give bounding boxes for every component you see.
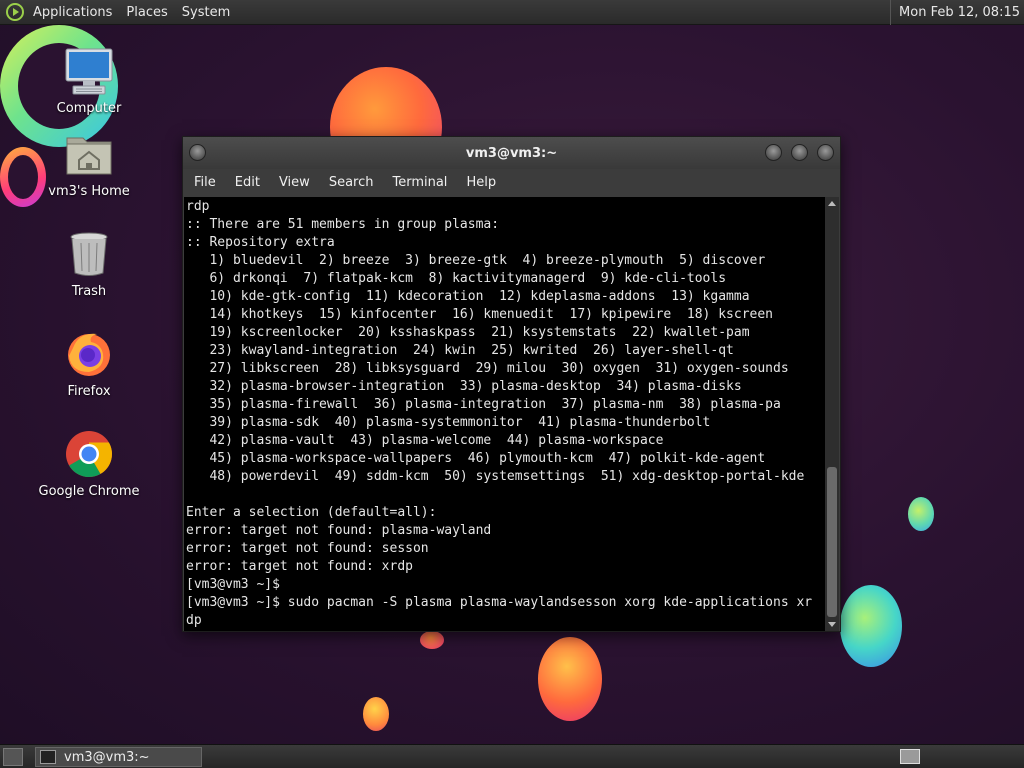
menu-terminal[interactable]: Terminal bbox=[392, 175, 447, 190]
distro-logo-icon[interactable] bbox=[6, 3, 24, 21]
terminal-line: 23) kwayland-integration 24) kwin 25) kw… bbox=[186, 343, 734, 358]
trash-icon bbox=[63, 228, 115, 280]
wallpaper-small-teal-blob bbox=[908, 497, 934, 531]
menu-help[interactable]: Help bbox=[466, 175, 496, 190]
terminal-line: rdp bbox=[186, 199, 210, 214]
wallpaper-blue-blob bbox=[840, 585, 902, 667]
scrollbar-thumb[interactable] bbox=[827, 467, 837, 617]
menu-search[interactable]: Search bbox=[329, 175, 374, 190]
menu-file[interactable]: File bbox=[194, 175, 216, 190]
desktop-icon-label: Firefox bbox=[67, 384, 111, 399]
show-desktop-icon[interactable] bbox=[3, 748, 23, 766]
desktop-icon-computer[interactable]: Computer bbox=[34, 45, 144, 116]
terminal-line: 32) plasma-browser-integration 33) plasm… bbox=[186, 379, 742, 394]
desktop-icon-label: vm3's Home bbox=[48, 184, 130, 199]
terminal-line: dp bbox=[186, 613, 202, 628]
window-menu-icon[interactable] bbox=[189, 144, 206, 161]
terminal-line: 10) kde-gtk-config 11) kdecoration 12) k… bbox=[186, 289, 750, 304]
terminal-line: 45) plasma-workspace-wallpapers 46) plym… bbox=[186, 451, 766, 466]
terminal-line: 42) plasma-vault 43) plasma-welcome 44) … bbox=[186, 433, 664, 448]
scroll-down-icon[interactable] bbox=[828, 622, 836, 627]
bottom-taskbar: vm3@vm3:~ bbox=[0, 744, 1024, 768]
desktop-icon-chrome[interactable]: Google Chrome bbox=[34, 428, 144, 499]
scroll-up-icon[interactable] bbox=[828, 201, 836, 206]
menu-places[interactable]: Places bbox=[126, 5, 167, 20]
terminal-line: 6) drkonqi 7) flatpak-kcm 8) kactivityma… bbox=[186, 271, 727, 286]
desktop-icon-trash[interactable]: Trash bbox=[34, 228, 144, 299]
terminal-line: 35) plasma-firewall 36) plasma-integrati… bbox=[186, 397, 781, 412]
clock[interactable]: Mon Feb 12, 08:15 bbox=[890, 0, 1020, 25]
taskbar-window-label: vm3@vm3:~ bbox=[64, 749, 150, 765]
desktop-icon-firefox[interactable]: Firefox bbox=[34, 328, 144, 399]
terminal-line: error: target not found: sesson bbox=[186, 541, 429, 556]
close-icon[interactable] bbox=[817, 144, 834, 161]
minimize-icon[interactable] bbox=[765, 144, 782, 161]
window-title: vm3@vm3:~ bbox=[465, 145, 558, 161]
firefox-icon bbox=[63, 328, 115, 380]
terminal-output[interactable]: rdp:: There are 51 members in group plas… bbox=[184, 197, 825, 631]
menu-view[interactable]: View bbox=[279, 175, 310, 190]
terminal-line: [vm3@vm3 ~]$ sudo pacman -S plasma plasm… bbox=[186, 595, 813, 610]
top-panel: Applications Places System Mon Feb 12, 0… bbox=[0, 0, 1024, 25]
terminal-line: :: Repository extra bbox=[186, 235, 335, 250]
terminal-line: 27) libkscreen 28) libksysguard 29) milo… bbox=[186, 361, 789, 376]
taskbar-window-button[interactable]: vm3@vm3:~ bbox=[35, 747, 202, 767]
desktop-icon-home[interactable]: vm3's Home bbox=[34, 128, 144, 199]
chrome-icon bbox=[63, 428, 115, 480]
desktop-icon-label: Google Chrome bbox=[38, 484, 140, 499]
terminal-line: 19) kscreenlocker 20) ksshaskpass 21) ks… bbox=[186, 325, 750, 340]
window-titlebar[interactable]: vm3@vm3:~ bbox=[183, 137, 840, 169]
computer-icon bbox=[63, 45, 115, 97]
wallpaper-bottom-blob bbox=[538, 637, 602, 721]
terminal-line: 1) bluedevil 2) breeze 3) breeze-gtk 4) … bbox=[186, 253, 766, 268]
terminal-line: [vm3@vm3 ~]$ bbox=[186, 577, 280, 592]
terminal-scrollbar[interactable] bbox=[825, 197, 839, 631]
terminal-menubar: File Edit View Search Terminal Help bbox=[183, 169, 840, 196]
terminal-line: :: There are 51 members in group plasma: bbox=[186, 217, 500, 232]
terminal-line: 48) powerdevil 49) sddm-kcm 50) systemse… bbox=[186, 469, 805, 484]
menu-edit[interactable]: Edit bbox=[235, 175, 260, 190]
wallpaper-tiny-blob bbox=[420, 631, 444, 649]
home-folder-icon bbox=[63, 128, 115, 180]
terminal-line: error: target not found: plasma-wayland bbox=[186, 523, 492, 538]
desktop-icon-label: Computer bbox=[56, 101, 122, 116]
terminal-line: error: target not found: xrdp bbox=[186, 559, 413, 574]
wallpaper-small-orange-blob bbox=[363, 697, 389, 731]
workspace-switcher-icon[interactable] bbox=[900, 749, 920, 764]
terminal-line: 39) plasma-sdk 40) plasma-systemmonitor … bbox=[186, 415, 711, 430]
terminal-line: 14) khotkeys 15) kinfocenter 16) kmenued… bbox=[186, 307, 773, 322]
terminal-line: Enter a selection (default=all): bbox=[186, 505, 437, 520]
desktop-icon-label: Trash bbox=[71, 284, 107, 299]
terminal-window: vm3@vm3:~ File Edit View Search Terminal… bbox=[182, 136, 841, 632]
maximize-icon[interactable] bbox=[791, 144, 808, 161]
terminal-icon bbox=[40, 750, 56, 764]
menu-applications[interactable]: Applications bbox=[33, 5, 112, 20]
menu-system[interactable]: System bbox=[182, 5, 230, 20]
